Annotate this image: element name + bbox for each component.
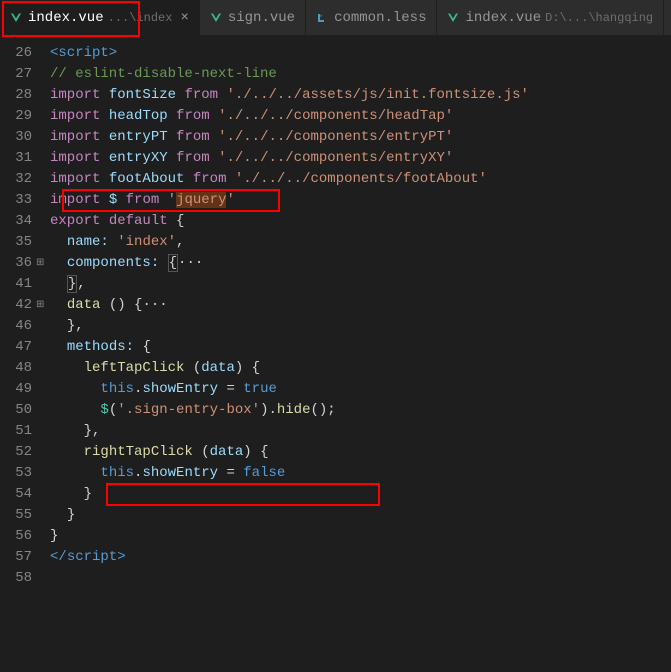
line-number: 27 bbox=[0, 64, 32, 85]
code-line: }, bbox=[50, 421, 671, 442]
code-line: import $ from 'jquery' bbox=[50, 190, 671, 211]
tab-index-vue-hangqing[interactable]: index.vue D:\...\hangqing bbox=[437, 0, 664, 35]
less-icon bbox=[316, 12, 328, 24]
line-gutter: 26 27 28 29 30 31 32 33 34 35 36 41 42 4… bbox=[0, 43, 50, 589]
line-number: 58 bbox=[0, 568, 32, 589]
tab-index-vue[interactable]: index.vue ...\index × bbox=[0, 0, 200, 35]
line-number: 47 bbox=[0, 337, 32, 358]
tab-sublabel: D:\...\hangqing bbox=[545, 11, 653, 25]
code-line: ⊞ data () {··· bbox=[50, 295, 671, 316]
code-line: <script> bbox=[50, 43, 671, 64]
code-line: ⊞ components: {··· bbox=[50, 253, 671, 274]
line-number: 33 bbox=[0, 190, 32, 211]
vue-icon bbox=[210, 12, 222, 24]
code-line: $('.sign-entry-box').hide(); bbox=[50, 400, 671, 421]
line-number: 26 bbox=[0, 43, 32, 64]
line-number: 52 bbox=[0, 442, 32, 463]
code-line: methods: { bbox=[50, 337, 671, 358]
line-number: 57 bbox=[0, 547, 32, 568]
line-number: 32 bbox=[0, 169, 32, 190]
line-number: 29 bbox=[0, 106, 32, 127]
code-line: rightTapClick (data) { bbox=[50, 442, 671, 463]
line-number: 35 bbox=[0, 232, 32, 253]
line-number: 30 bbox=[0, 127, 32, 148]
code-line: </script> bbox=[50, 547, 671, 568]
line-number: 53 bbox=[0, 463, 32, 484]
tab-bar: index.vue ...\index × sign.vue common.le… bbox=[0, 0, 671, 35]
line-number: 36 bbox=[0, 253, 32, 274]
tab-sublabel: ...\index bbox=[108, 11, 173, 25]
code-line: this.showEntry = true bbox=[50, 379, 671, 400]
tab-label: sign.vue bbox=[228, 10, 295, 26]
line-number: 28 bbox=[0, 85, 32, 106]
code-area[interactable]: <script> // eslint-disable-next-line imp… bbox=[50, 43, 671, 589]
code-line: leftTapClick (data) { bbox=[50, 358, 671, 379]
line-number: 41 bbox=[0, 274, 32, 295]
code-line: import entryPT from './../../components/… bbox=[50, 127, 671, 148]
tab-webpack[interactable]: JS webpack.base.c bbox=[664, 0, 671, 35]
line-number: 49 bbox=[0, 379, 32, 400]
line-number: 50 bbox=[0, 400, 32, 421]
tab-common-less[interactable]: common.less bbox=[306, 0, 437, 35]
code-line: }, bbox=[50, 316, 671, 337]
tab-label: index.vue bbox=[28, 10, 104, 26]
code-editor[interactable]: 26 27 28 29 30 31 32 33 34 35 36 41 42 4… bbox=[0, 35, 671, 589]
vue-icon bbox=[10, 12, 22, 24]
code-line: } bbox=[50, 526, 671, 547]
line-number: 42 bbox=[0, 295, 32, 316]
code-line: // eslint-disable-next-line bbox=[50, 64, 671, 85]
fold-icon[interactable]: ⊞ bbox=[36, 253, 44, 274]
tab-label: common.less bbox=[334, 10, 426, 26]
line-number: 48 bbox=[0, 358, 32, 379]
code-line: import fontSize from './../../assets/js/… bbox=[50, 85, 671, 106]
code-line: export default { bbox=[50, 211, 671, 232]
tab-label: index.vue bbox=[465, 10, 541, 26]
line-number: 56 bbox=[0, 526, 32, 547]
vue-icon bbox=[447, 12, 459, 24]
line-number: 34 bbox=[0, 211, 32, 232]
code-line: this.showEntry = false bbox=[50, 463, 671, 484]
code-line: } bbox=[50, 505, 671, 526]
line-number: 31 bbox=[0, 148, 32, 169]
line-number: 55 bbox=[0, 505, 32, 526]
line-number: 54 bbox=[0, 484, 32, 505]
code-line: import headTop from './../../components/… bbox=[50, 106, 671, 127]
line-number: 46 bbox=[0, 316, 32, 337]
code-line: name: 'index', bbox=[50, 232, 671, 253]
line-number: 51 bbox=[0, 421, 32, 442]
code-line: } bbox=[50, 484, 671, 505]
code-line: import entryXY from './../../components/… bbox=[50, 148, 671, 169]
tab-sign-vue[interactable]: sign.vue bbox=[200, 0, 306, 35]
code-line: }, bbox=[50, 274, 671, 295]
code-line bbox=[50, 568, 671, 589]
fold-icon[interactable]: ⊞ bbox=[36, 295, 44, 316]
code-line: import footAbout from './../../component… bbox=[50, 169, 671, 190]
close-icon[interactable]: × bbox=[180, 10, 188, 26]
